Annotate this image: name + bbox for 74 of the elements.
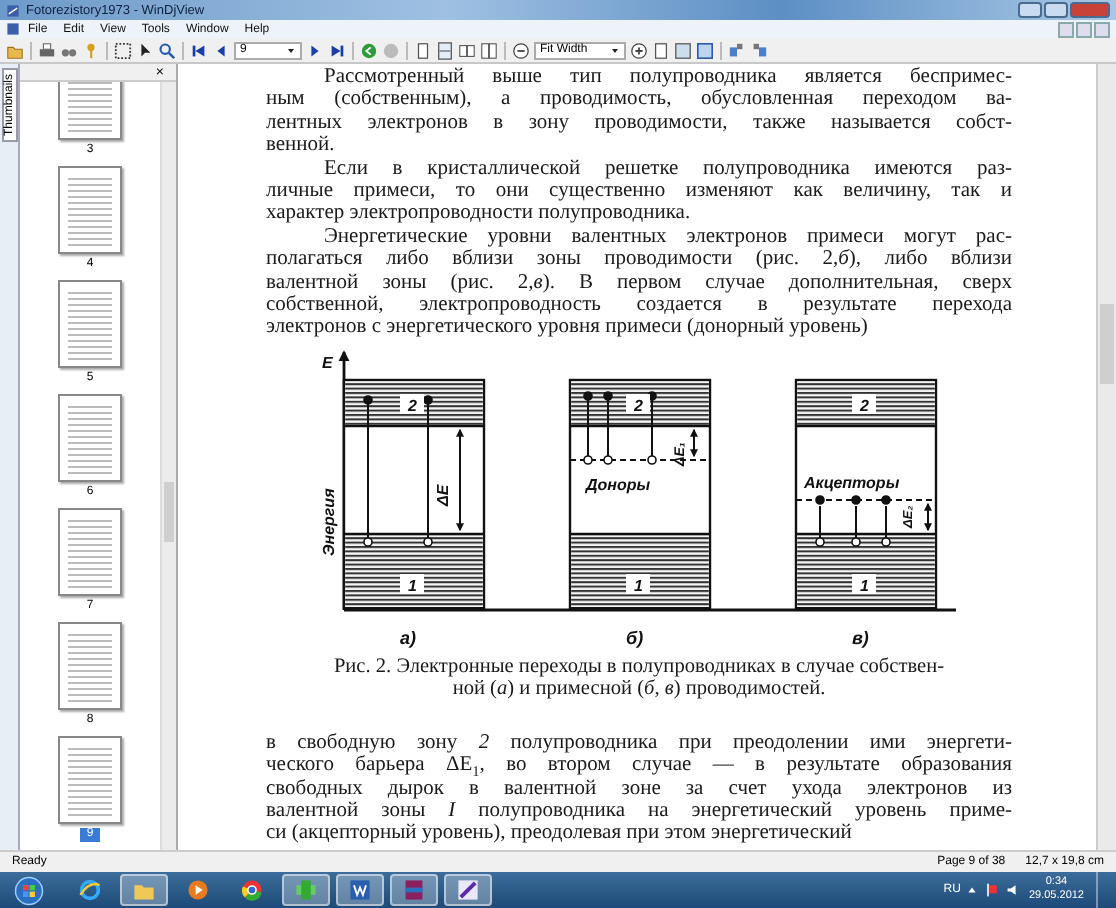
page-thumbnail[interactable] xyxy=(58,622,122,710)
pointer-icon[interactable] xyxy=(136,41,154,59)
caret-icon xyxy=(610,45,620,55)
donor-level-label: Доноры xyxy=(586,475,651,494)
figure-caption: ной (а) и примесной (б, в) проводимостей. xyxy=(450,678,828,702)
facing-pages-icon[interactable] xyxy=(458,41,476,59)
last-page-icon[interactable] xyxy=(328,41,346,59)
text-line: венной. xyxy=(266,134,337,158)
fit-page-icon[interactable] xyxy=(674,41,692,59)
text-line: Энергетические уровни валентных электронов примеси могут рас- xyxy=(322,225,1012,249)
band-number: 1 xyxy=(634,576,643,595)
text-line: валентной зоны (рис. 2,в). В первом случае дополнительная, сверх xyxy=(266,271,1012,295)
document-icon xyxy=(6,22,20,36)
energy-gap-label: ΔE xyxy=(434,484,452,506)
panel-label: в) xyxy=(852,627,869,648)
browser-icon[interactable] xyxy=(78,878,102,902)
caret-icon xyxy=(286,45,296,55)
rotate-right-icon[interactable] xyxy=(750,41,768,59)
acceptor-level-label: Акцепторы xyxy=(804,473,900,492)
chrome-icon[interactable] xyxy=(240,878,264,902)
text-line: полагаться либо вблизи зоны проводимости (рис. 2,б), либо вблизи xyxy=(266,248,1012,272)
minimize-button[interactable] xyxy=(1018,2,1042,18)
actual-size-icon[interactable] xyxy=(652,41,670,59)
maximize-button[interactable] xyxy=(1044,2,1068,18)
flag-icon[interactable] xyxy=(984,882,1001,898)
text-line: собственной, электропроводность создается в результате перехода xyxy=(266,294,1012,317)
text-line: лентных электронов в зону проводимости, также называется собст- xyxy=(266,111,1012,135)
single-page-icon[interactable] xyxy=(414,41,432,59)
text-line: Рассмотренный выше тип полупроводника является беспримес- xyxy=(322,66,1012,89)
continuous-page-icon[interactable] xyxy=(436,41,454,59)
band-number: 1 xyxy=(408,576,417,595)
text-line: ным (собственным), а проводимость, обусловленная переходом ва- xyxy=(266,88,1012,112)
word-icon[interactable] xyxy=(348,878,372,902)
tray-arrow-icon[interactable] xyxy=(966,884,979,896)
band-number: 2 xyxy=(860,396,869,415)
djvu-viewer-icon[interactable] xyxy=(456,878,480,902)
page-thumbnail[interactable] xyxy=(58,508,122,596)
first-page-icon[interactable] xyxy=(190,41,208,59)
panel-label: а) xyxy=(400,627,417,648)
archive-icon[interactable] xyxy=(402,878,426,902)
media-player-icon[interactable] xyxy=(186,878,210,902)
text-line: си (акцепторный уровень), преодолевая при этом энергетический xyxy=(266,822,854,846)
app-icon xyxy=(6,3,20,17)
figure-caption: Рис. 2. Электронные переходы в полупроводниках в случае собствен- xyxy=(331,655,947,679)
text-line: электронов с энергетического уровня примеси (донорный уровень) xyxy=(266,316,870,340)
text-line: валентной зоны I полупроводника на энергетический уровень приме- xyxy=(266,799,1012,823)
zoom-in-icon[interactable] xyxy=(630,41,648,59)
text-line: характер электропроводности полупроводника. xyxy=(266,202,693,226)
axis-label: E xyxy=(322,353,333,372)
continuous-facing-icon[interactable] xyxy=(480,41,498,59)
axis-label: Энергия xyxy=(320,488,338,556)
band-number: 2 xyxy=(408,396,417,415)
print-icon[interactable] xyxy=(38,41,56,59)
panel-label: б) xyxy=(626,627,644,648)
page-thumbnail[interactable] xyxy=(58,394,122,482)
band-number: 1 xyxy=(860,576,869,595)
start-orb-icon[interactable] xyxy=(14,875,44,905)
text-line: личные примеси, то они существенно изменяют как величину, так и xyxy=(266,180,1012,203)
fit-width-icon[interactable] xyxy=(696,41,714,59)
text-line: Если в кристаллической решетке полупроводника имеются раз- xyxy=(322,157,1012,181)
text-line: в свободную зону 2 полупроводника при преодолении ими энергети- xyxy=(266,731,1012,754)
rotate-left-icon[interactable] xyxy=(728,41,746,59)
zoom-out-icon[interactable] xyxy=(512,41,530,59)
band-number: 2 xyxy=(634,396,643,415)
text-line: ческого барьера ΔE$_{1}$, во втором случае — в результате образования xyxy=(266,754,1012,777)
back-icon[interactable] xyxy=(360,41,378,59)
scrollbar[interactable] xyxy=(160,82,176,850)
page-thumbnail[interactable] xyxy=(58,280,122,368)
page-thumbnail[interactable] xyxy=(58,166,122,254)
scrollbar[interactable] xyxy=(1096,64,1116,850)
text-line: свободных дырок в валентной зоне за счет ухода электронов из xyxy=(266,777,1012,800)
page-thumbnail[interactable] xyxy=(58,736,122,824)
magnifier-icon[interactable] xyxy=(158,41,176,59)
select-rectangle-icon[interactable] xyxy=(114,41,132,59)
